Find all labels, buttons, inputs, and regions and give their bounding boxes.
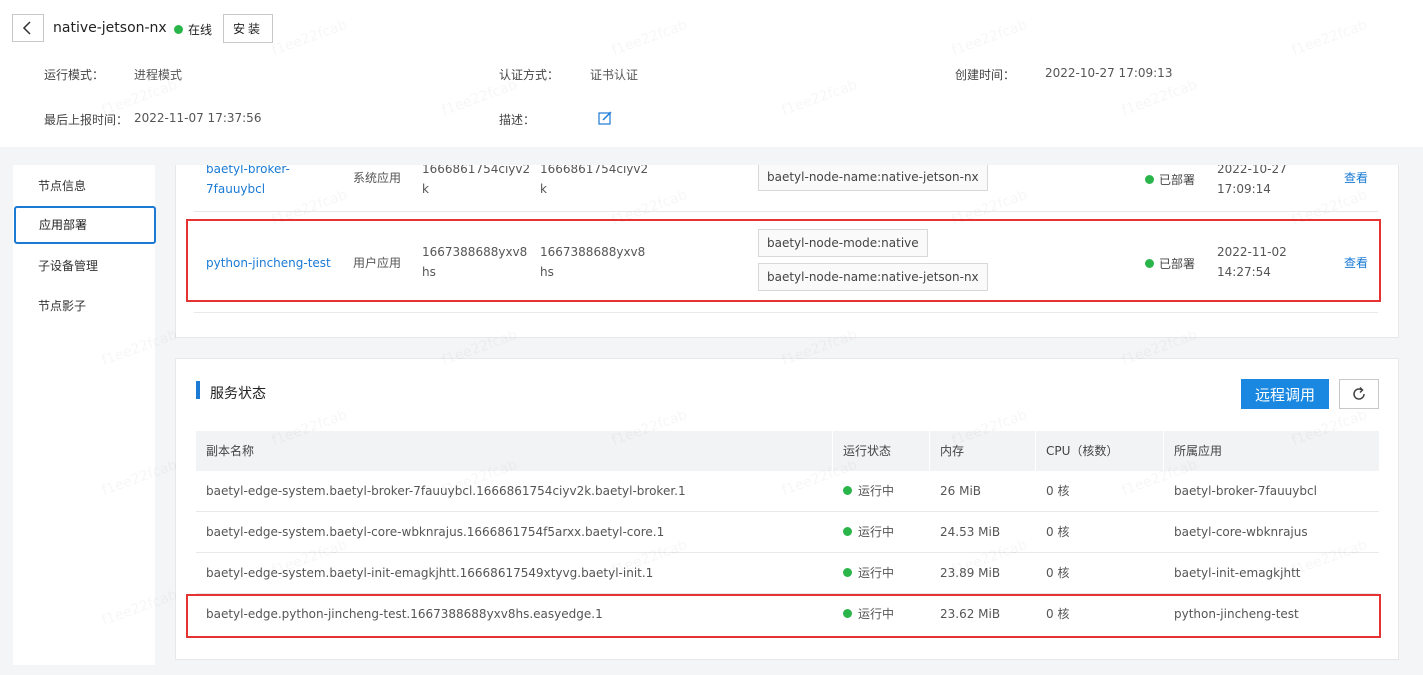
table-row: baetyl-edge-system.baetyl-init-emagkjhtt… bbox=[196, 553, 1379, 594]
cpu-value: 0 核 bbox=[1046, 525, 1070, 539]
column-header: 运行状态 bbox=[833, 431, 930, 471]
node-selector-tag: baetyl-node-name:native-jetson-nx bbox=[758, 165, 988, 191]
last-report-label: 最后上报时间： bbox=[44, 113, 129, 127]
status-dot-icon bbox=[174, 25, 183, 34]
run-status: 运行中 bbox=[833, 512, 894, 553]
run-status: 运行中 bbox=[833, 553, 894, 594]
section-marker bbox=[196, 381, 200, 399]
app-name-link[interactable]: python-jincheng-test bbox=[206, 253, 331, 273]
chevron-left-icon bbox=[22, 21, 31, 35]
created-value: 2022-10-27 17:09:13 bbox=[1045, 66, 1173, 80]
replica-name: baetyl-edge.python-jincheng-test.1667388… bbox=[206, 607, 603, 621]
cpu-value: 0 核 bbox=[1046, 484, 1070, 498]
online-status: 在线 bbox=[174, 21, 212, 38]
view-link[interactable]: 查看 bbox=[1344, 253, 1368, 273]
replica-name: baetyl-edge-system.baetyl-init-emagkjhtt… bbox=[206, 566, 654, 580]
app-version: 1667388688yxv8 hs bbox=[422, 245, 528, 279]
online-label: 在线 bbox=[188, 23, 213, 37]
refresh-icon bbox=[1353, 386, 1365, 400]
auth-label: 认证方式： bbox=[499, 68, 560, 82]
sidebar-item-subdevice[interactable]: 子设备管理 bbox=[13, 247, 155, 285]
sidebar: 节点信息 应用部署 子设备管理 节点影子 bbox=[13, 165, 156, 665]
replica-name: baetyl-edge-system.baetyl-broker-7fauuyb… bbox=[206, 484, 686, 498]
memory-value: 23.89 MiB bbox=[940, 566, 1001, 580]
run-status: 运行中 bbox=[833, 594, 894, 635]
memory-value: 26 MiB bbox=[940, 484, 982, 498]
sidebar-item-node-info[interactable]: 节点信息 bbox=[13, 167, 155, 205]
column-header: 所属应用 bbox=[1174, 444, 1223, 458]
node-header: native-jetson-nx 在线 安装 运行模式： 进程模式 认证方式： … bbox=[0, 0, 1423, 147]
run-status: 运行中 bbox=[833, 471, 894, 512]
auth-value: 证书认证 bbox=[590, 68, 639, 82]
install-button[interactable]: 安装 bbox=[223, 14, 273, 43]
owner-app: baetyl-broker-7fauuybcl bbox=[1174, 484, 1317, 498]
cpu-value: 0 核 bbox=[1046, 566, 1070, 580]
app-version: 1666861754ciyv2 k bbox=[422, 165, 531, 196]
app-config-version: 1666861754ciyv2 k bbox=[540, 165, 649, 196]
description-label: 描述： bbox=[499, 113, 536, 127]
app-name-link[interactable]: baetyl-broker- 7fauuybcl bbox=[206, 165, 290, 199]
remote-call-button[interactable]: 远程调用 bbox=[1241, 379, 1329, 409]
memory-value: 24.53 MiB bbox=[940, 525, 1001, 539]
status-dot-icon bbox=[1145, 175, 1154, 184]
owner-app: baetyl-core-wbknrajus bbox=[1174, 525, 1308, 539]
memory-value: 23.62 MiB bbox=[940, 607, 1001, 621]
view-link[interactable]: 查看 bbox=[1344, 168, 1368, 188]
created-label: 创建时间： bbox=[955, 68, 1016, 82]
node-title: native-jetson-nx bbox=[53, 20, 167, 36]
sidebar-item-app-deploy[interactable]: 应用部署 bbox=[14, 206, 156, 244]
cpu-value: 0 核 bbox=[1046, 607, 1070, 621]
deploy-time: 2022-10-27 17:09:14 bbox=[1217, 165, 1287, 196]
status-dot-icon bbox=[843, 609, 852, 618]
edit-icon[interactable] bbox=[598, 111, 612, 125]
table-row: baetyl-edge-system.baetyl-core-wbknrajus… bbox=[196, 512, 1379, 553]
deploy-time: 2022-11-02 14:27:54 bbox=[1217, 245, 1287, 279]
table-row: baetyl-edge-system.baetyl-broker-7fauuyb… bbox=[196, 471, 1379, 512]
app-config-version: 1667388688yxv8 hs bbox=[540, 245, 646, 279]
app-deploy-panel: baetyl-broker- 7fauuybcl 系统应用 1666861754… bbox=[175, 165, 1399, 338]
table-header: 副本名称 运行状态 内存 CPU（核数） 所属应用 bbox=[196, 431, 1379, 471]
column-header: 副本名称 bbox=[196, 431, 833, 471]
last-report-value: 2022-11-07 17:37:56 bbox=[134, 111, 262, 125]
app-type: 系统应用 bbox=[353, 171, 402, 185]
row-divider bbox=[194, 312, 1378, 313]
status-dot-icon bbox=[843, 486, 852, 495]
run-mode-label: 运行模式： bbox=[44, 68, 105, 82]
run-mode-value: 进程模式 bbox=[134, 68, 183, 82]
deploy-status: 已部署 bbox=[1145, 171, 1195, 188]
section-title: 服务状态 bbox=[210, 386, 266, 402]
refresh-button[interactable] bbox=[1339, 379, 1379, 409]
deploy-status: 已部署 bbox=[1145, 255, 1195, 272]
owner-app-link[interactable]: python-jincheng-test bbox=[1164, 594, 1299, 635]
node-selector-tag: baetyl-node-mode:native bbox=[758, 229, 928, 257]
back-button[interactable] bbox=[12, 14, 44, 42]
status-dot-icon bbox=[1145, 259, 1154, 268]
row-divider bbox=[194, 211, 1378, 212]
status-dot-icon bbox=[843, 568, 852, 577]
service-status-panel: 服务状态 远程调用 副本名称 运行状态 内存 CPU（核数） 所属应用 baet… bbox=[175, 358, 1399, 660]
sidebar-item-node-shadow[interactable]: 节点影子 bbox=[13, 287, 155, 325]
column-header: CPU（核数） bbox=[1036, 431, 1164, 471]
app-type: 用户应用 bbox=[353, 256, 402, 270]
replica-name: baetyl-edge-system.baetyl-core-wbknrajus… bbox=[206, 525, 665, 539]
column-header: 内存 bbox=[930, 431, 1036, 471]
owner-app: baetyl-init-emagkjhtt bbox=[1174, 566, 1301, 580]
node-selector-tag: baetyl-node-name:native-jetson-nx bbox=[758, 263, 988, 291]
status-dot-icon bbox=[843, 527, 852, 536]
table-row: baetyl-edge.python-jincheng-test.1667388… bbox=[196, 594, 1379, 635]
